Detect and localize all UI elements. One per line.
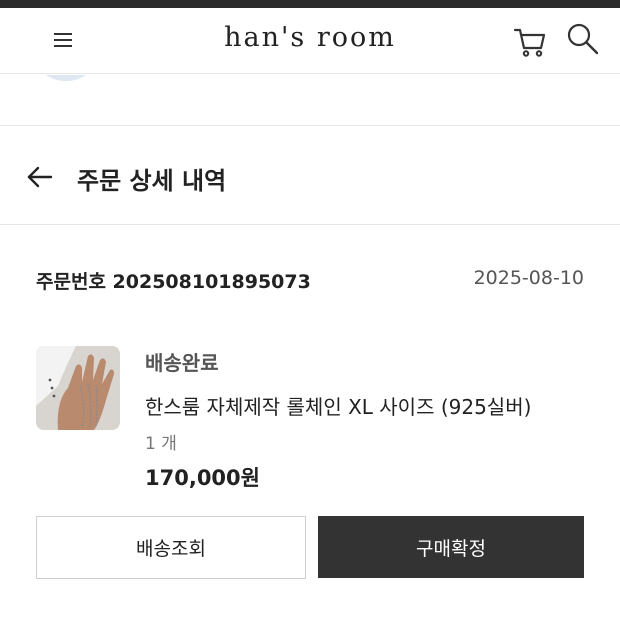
page-title-bar: 주문 상세 내역 xyxy=(0,127,620,225)
page-title: 주문 상세 내역 xyxy=(77,167,227,195)
order-number: 주문번호 202508101895073 xyxy=(36,271,311,293)
top-header: han's room xyxy=(0,8,620,74)
scrolled-profile-area xyxy=(0,75,620,126)
product-quantity: 1 개 xyxy=(145,434,177,454)
confirm-purchase-button[interactable]: 구매확정 xyxy=(318,516,584,578)
product-name[interactable]: 한스룸 자체제작 롤체인 XL 사이즈 (925실버) xyxy=(145,391,531,420)
cart-icon[interactable] xyxy=(512,24,548,60)
shipping-status: 배송완료 xyxy=(145,351,219,375)
product-thumbnail[interactable] xyxy=(36,346,120,430)
track-delivery-button[interactable]: 배송조회 xyxy=(36,516,306,579)
search-icon[interactable] xyxy=(564,20,600,56)
arrow-left-icon[interactable] xyxy=(26,163,54,191)
product-price: 170,000원 xyxy=(145,466,260,490)
order-date: 2025-08-10 xyxy=(473,267,584,289)
avatar xyxy=(36,75,96,81)
status-bar xyxy=(0,0,620,8)
